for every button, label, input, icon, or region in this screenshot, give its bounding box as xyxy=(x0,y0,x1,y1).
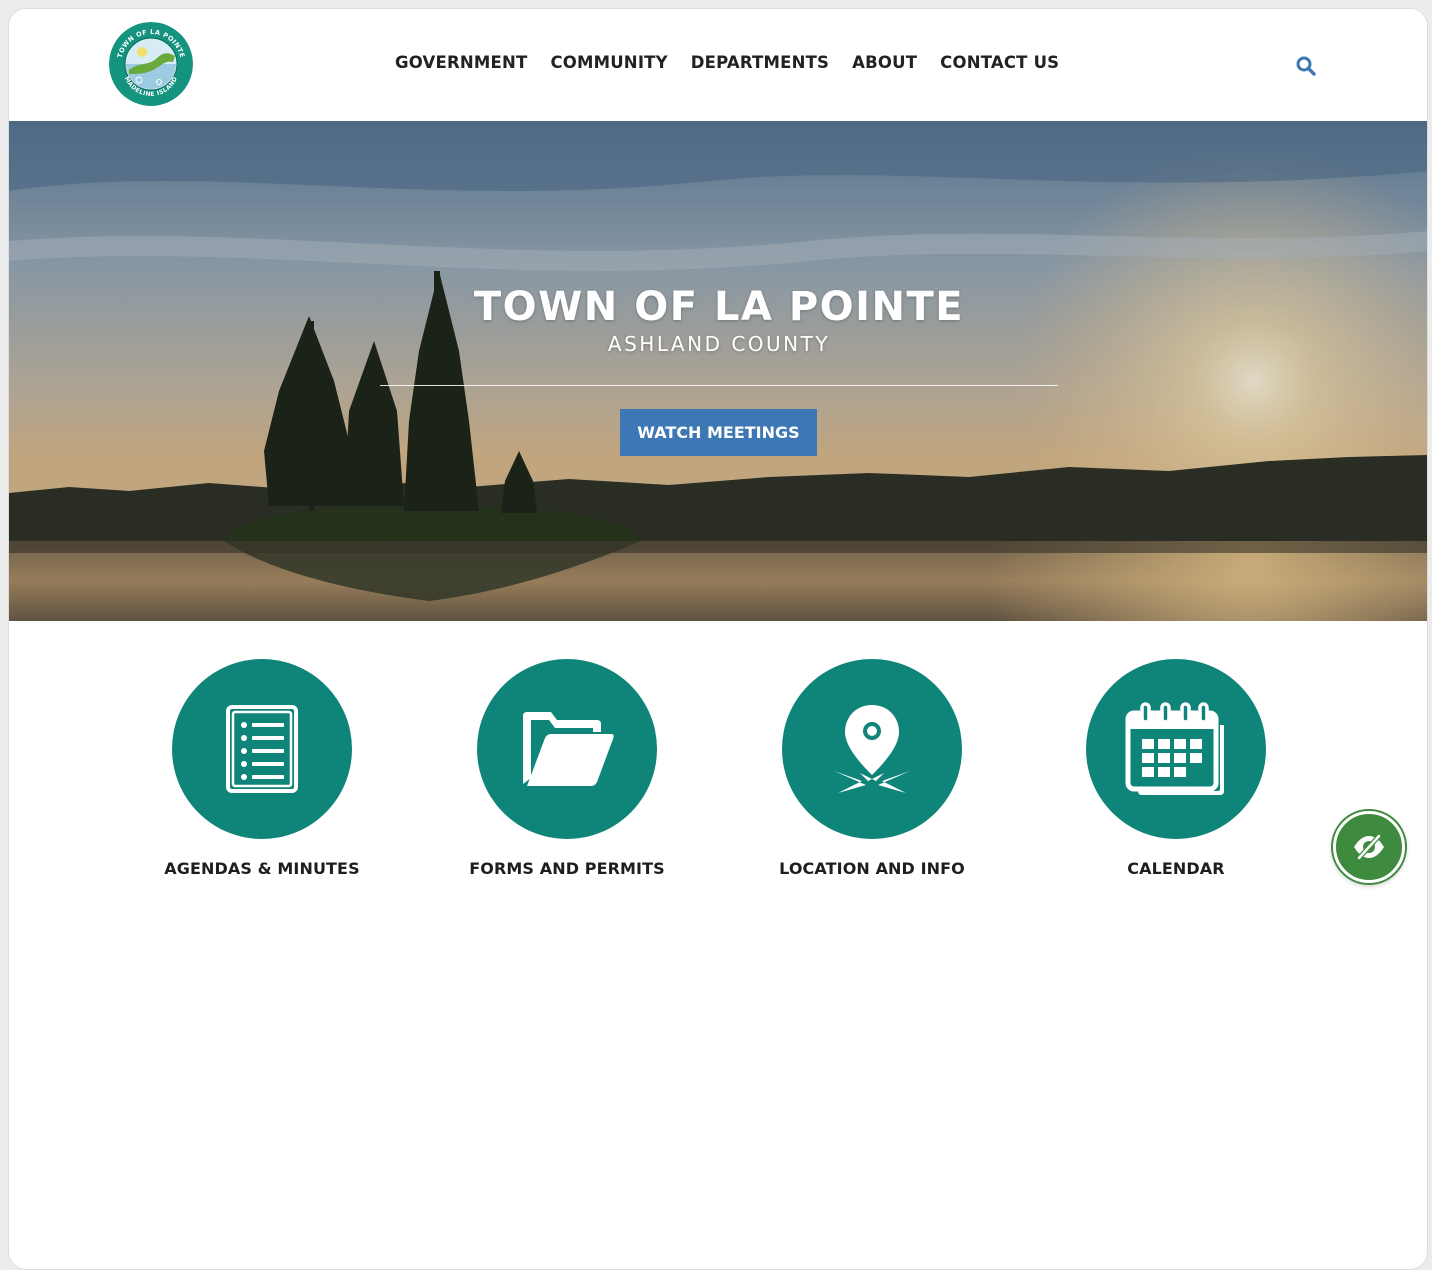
town-logo[interactable]: TOWN OF LA POINTE MADELINE ISLAND xyxy=(109,22,193,106)
calendar-icon xyxy=(1125,702,1224,795)
map-pin-icon xyxy=(834,705,910,793)
quicklink-label: CALENDAR xyxy=(1127,859,1225,878)
nav-government[interactable]: GOVERNMENT xyxy=(395,53,527,72)
quicklink-circle[interactable] xyxy=(172,659,352,839)
site-header: TOWN OF LA POINTE MADELINE ISLAND GOVERN… xyxy=(9,9,1427,121)
watch-meetings-button[interactable]: WATCH MEETINGS xyxy=(620,409,817,456)
quicklink-label: LOCATION AND INFO xyxy=(779,859,965,878)
browser-page: TOWN OF LA POINTE MADELINE ISLAND GOVERN… xyxy=(8,8,1428,1270)
quicklink-circle[interactable] xyxy=(477,659,657,839)
quicklink-circle[interactable] xyxy=(1086,659,1266,839)
main-nav: GOVERNMENT COMMUNITY DEPARTMENTS ABOUT C… xyxy=(395,53,1082,72)
quick-links: AGENDAS & MINUTES FORMS AND PERMITS LOCA… xyxy=(9,659,1427,899)
nav-community[interactable]: COMMUNITY xyxy=(550,53,667,72)
quicklink-label: FORMS AND PERMITS xyxy=(469,859,665,878)
document-list-icon xyxy=(226,705,298,793)
hero-banner: TOWN OF LA POINTE ASHLAND COUNTY WATCH M… xyxy=(9,121,1427,621)
hero-divider xyxy=(380,385,1058,386)
quicklink-circle[interactable] xyxy=(782,659,962,839)
search-icon[interactable] xyxy=(1295,55,1317,77)
nav-contact-us[interactable]: CONTACT US xyxy=(940,53,1059,72)
nav-departments[interactable]: DEPARTMENTS xyxy=(691,53,829,72)
hero-title: TOWN OF LA POINTE xyxy=(473,284,965,330)
eye-slash-icon xyxy=(1354,833,1384,861)
folder-icon xyxy=(523,712,614,786)
accessibility-toggle-button[interactable] xyxy=(1333,811,1405,883)
hero-subtitle: ASHLAND COUNTY xyxy=(607,332,831,356)
hero-lake-sunset-image xyxy=(9,121,1427,621)
quicklink-label: AGENDAS & MINUTES xyxy=(164,859,360,878)
nav-about[interactable]: ABOUT xyxy=(852,53,917,72)
